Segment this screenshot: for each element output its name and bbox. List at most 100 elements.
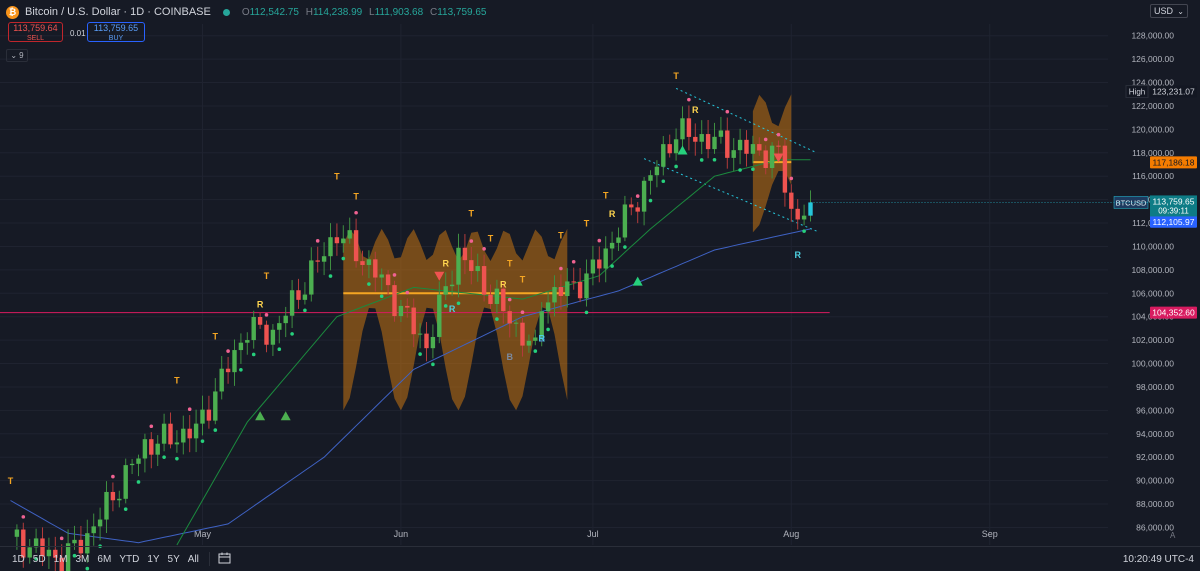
candle-body	[558, 287, 564, 297]
y-tick-label: 100,000.00	[1131, 359, 1174, 369]
signal-dot	[162, 455, 166, 459]
chevron-down-icon: ⌄	[1177, 6, 1184, 16]
candle-body	[398, 305, 404, 317]
signal-label: R	[794, 250, 801, 260]
signal-dot	[712, 157, 717, 162]
signal-dot	[763, 137, 768, 142]
candle-body	[616, 237, 621, 243]
candle-body	[469, 260, 474, 272]
signal-label: T	[558, 231, 564, 241]
signal-dot	[111, 474, 115, 479]
candle-body	[648, 175, 653, 181]
signal-label: R	[538, 333, 545, 343]
chevron-down-icon: ⌄	[10, 51, 18, 60]
candle-body	[193, 423, 199, 439]
signal-dot	[251, 352, 256, 357]
candle-body	[808, 202, 813, 216]
candle-body	[686, 118, 692, 137]
price-level-tag-value: 117,186.18	[1153, 157, 1195, 167]
signal-label: T	[488, 233, 494, 243]
y-tick-label: 90,000.00	[1136, 476, 1174, 486]
price-level-tag: 112,105.97	[1150, 215, 1197, 228]
signal-dot	[699, 158, 704, 162]
candle-body	[161, 423, 167, 444]
auto-scale-button[interactable]: A	[1170, 531, 1175, 540]
clock-timezone[interactable]: 10:20:49 UTC-4	[1123, 554, 1194, 565]
buy-button[interactable]: 113,759.65 BUY	[87, 22, 145, 42]
signal-dot	[136, 480, 141, 484]
candle-body	[545, 302, 551, 312]
indicators-toggle[interactable]: ⌄ 9	[6, 49, 28, 62]
candle-body	[718, 130, 724, 137]
signal-dot	[687, 97, 691, 102]
signal-dot	[802, 229, 806, 233]
candle-body	[769, 145, 775, 169]
signal-dot	[443, 304, 448, 308]
candle-body	[104, 491, 109, 520]
timeframe-ytd[interactable]: YTD	[115, 554, 143, 565]
candle-body	[757, 144, 762, 151]
price-level-tag-value: 112,105.97	[1153, 217, 1195, 227]
signal-label: T	[174, 375, 180, 385]
signal-dot	[469, 239, 474, 243]
candle-body	[174, 442, 180, 445]
high-value: 114,238.99	[312, 6, 363, 18]
candle-body	[699, 134, 704, 142]
symbol-title[interactable]: Bitcoin / U.S. Dollar · 1D · COINBASE	[25, 6, 211, 18]
candle-body	[565, 281, 570, 297]
signal-dot	[661, 179, 666, 184]
timeframe-3m[interactable]: 3M	[72, 554, 94, 565]
candle-body	[110, 491, 116, 501]
candle-body	[520, 322, 525, 346]
currency-select[interactable]: USD ⌄	[1150, 4, 1188, 18]
signal-dot	[456, 301, 461, 306]
y-tick-label: 126,000.00	[1131, 54, 1174, 64]
candle-body	[225, 368, 231, 373]
signal-dot	[341, 256, 346, 261]
signal-triangle	[255, 411, 266, 421]
candle-body	[353, 230, 359, 262]
calendar-icon[interactable]	[218, 552, 231, 567]
candle-body	[782, 145, 788, 193]
candle-body	[315, 260, 320, 262]
indicators-count: 9	[19, 51, 24, 60]
signal-dot	[59, 536, 64, 541]
candle-body	[507, 311, 512, 324]
timeframe-6m[interactable]: 6M	[93, 554, 115, 565]
candle-body	[737, 139, 743, 151]
candle-body	[181, 428, 186, 443]
range-band	[343, 228, 568, 411]
candle-body	[187, 428, 192, 439]
signal-dot	[507, 297, 512, 302]
timeframe-5y[interactable]: 5Y	[164, 554, 184, 565]
candle-body	[379, 274, 384, 278]
candle-body	[801, 215, 807, 220]
candle-body	[142, 439, 148, 459]
timeframe-5d[interactable]: 5D	[29, 554, 50, 565]
toolbar-divider	[208, 552, 210, 566]
signal-dot	[597, 238, 602, 243]
signal-dot	[392, 273, 397, 277]
timeframe-1d[interactable]: 1D	[8, 554, 29, 565]
candle-body	[789, 192, 794, 209]
price-chart[interactable]: 86,000.00 88,000.00 90,000.00 92,000.00 94,0…	[0, 0, 1200, 571]
y-tick-label: 110,000.00	[1132, 241, 1174, 251]
candle-body	[533, 337, 538, 341]
timeframe-1m[interactable]: 1M	[50, 554, 72, 565]
timeframe-all[interactable]: All	[184, 554, 203, 565]
candle-body	[475, 266, 480, 272]
signal-dot	[21, 515, 26, 519]
current-price-tag: BTCUSD 113,759.6509:39:11	[1113, 195, 1197, 217]
signal-dot	[328, 274, 333, 278]
candle-body	[245, 340, 250, 343]
candles	[14, 97, 813, 571]
timeframe-1y[interactable]: 1Y	[143, 554, 163, 565]
signal-dot	[303, 308, 307, 313]
sell-button[interactable]: 113,759.64 SELL	[8, 22, 63, 42]
bitcoin-logo-icon: ₿	[6, 5, 19, 19]
signal-dot	[635, 194, 640, 198]
candle-body	[635, 207, 640, 212]
candle-body	[693, 136, 698, 142]
signal-label: T	[507, 258, 513, 268]
y-tick-label: 96,000.00	[1136, 405, 1174, 415]
